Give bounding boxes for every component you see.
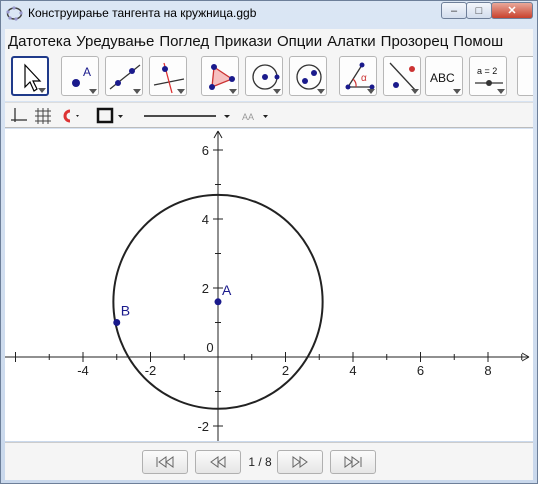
close-button[interactable]: ✕: [491, 2, 533, 19]
point-b[interactable]: [113, 319, 121, 326]
menu-help[interactable]: Помош: [450, 33, 505, 50]
menu-file[interactable]: Датотека: [5, 33, 73, 50]
point-a[interactable]: [214, 298, 222, 306]
move-tool-button[interactable]: [11, 56, 49, 96]
x-tick-label: 8: [484, 363, 491, 378]
window-controls: ‒ □ ✕: [441, 2, 533, 19]
first-step-button[interactable]: [142, 450, 188, 474]
grid-icon[interactable]: [34, 107, 52, 125]
last-step-button[interactable]: [330, 450, 376, 474]
point-tool-button[interactable]: A: [61, 56, 99, 96]
minimize-button[interactable]: ‒: [441, 2, 467, 19]
fast-forward-icon: [292, 456, 308, 468]
maximize-button[interactable]: □: [466, 2, 492, 19]
text-tool-label: ABC: [430, 71, 455, 85]
label-style-text: AA: [242, 112, 254, 122]
skip-to-start-icon: [156, 456, 174, 468]
slider-tool-button[interactable]: a = 2: [469, 56, 507, 96]
step-indicator: 1 / 8: [248, 455, 272, 469]
color-icon[interactable]: [96, 107, 126, 125]
menu-edit[interactable]: Уредување: [73, 33, 156, 50]
x-tick-label: 6: [417, 363, 424, 378]
menu-bar: Датотека Уредување Поглед Прикази Опции …: [5, 29, 533, 53]
geogebra-logo-icon: [6, 6, 23, 21]
skip-to-end-icon: [344, 456, 362, 468]
toolbar-overflow-button[interactable]: [517, 56, 533, 96]
point-capture-icon[interactable]: [58, 107, 82, 125]
menu-perspectives[interactable]: Прикази: [211, 33, 274, 50]
x-tick-label: 4: [349, 363, 356, 378]
construction-navigation-bar: 1 / 8: [5, 442, 533, 480]
perpendicular-tool-button[interactable]: [149, 56, 187, 96]
point-label-a: A: [222, 282, 232, 298]
angle-tool-label: α: [361, 73, 367, 84]
angle-tool-button[interactable]: α: [339, 56, 377, 96]
coordinate-plane[interactable]: -4 -2 0 2 4 6 8 -2 2 4 6 A B: [5, 129, 533, 441]
axes-icon[interactable]: [10, 107, 28, 125]
y-tick-label: -2: [197, 419, 209, 434]
y-tick-label: 4: [202, 212, 209, 227]
line-tool-button[interactable]: [105, 56, 143, 96]
style-bar: AA: [5, 102, 533, 128]
menu-options[interactable]: Опции: [274, 33, 324, 50]
conic-tool-button[interactable]: [289, 56, 327, 96]
title-bar: Конструирање тангента на кружница.ggb ‒ …: [1, 1, 537, 27]
menu-view[interactable]: Поглед: [156, 33, 211, 50]
next-step-button[interactable]: [277, 450, 323, 474]
x-tick-label: -2: [145, 363, 157, 378]
previous-step-button[interactable]: [195, 450, 241, 474]
point-tool-label: A: [83, 65, 91, 79]
menu-tools[interactable]: Алатки: [324, 33, 378, 50]
rewind-icon: [210, 456, 226, 468]
label-style-icon[interactable]: AA: [240, 107, 270, 125]
circle-tool-button[interactable]: [245, 56, 283, 96]
graphics-view[interactable]: -4 -2 0 2 4 6 8 -2 2 4 6 A B: [5, 129, 533, 441]
text-tool-button[interactable]: ABC: [425, 56, 463, 96]
point-label-b: B: [121, 303, 130, 319]
x-tick-label: -4: [77, 363, 89, 378]
y-tick-label: 2: [202, 281, 209, 296]
reflect-tool-button[interactable]: [383, 56, 421, 96]
polygon-tool-button[interactable]: [201, 56, 239, 96]
window-title: Конструирање тангента на кружница.ggb: [28, 6, 257, 20]
line-style-icon[interactable]: [142, 107, 242, 125]
app-window: Конструирање тангента на кружница.ggb ‒ …: [0, 0, 538, 484]
y-tick-label: 6: [202, 143, 209, 158]
slider-tool-label: a = 2: [477, 66, 497, 76]
x-tick-label: 0: [206, 340, 213, 355]
menu-window[interactable]: Прозорец: [378, 33, 451, 50]
x-tick-label: 2: [282, 363, 289, 378]
toolbar: A α ABC a = 2: [5, 53, 533, 101]
